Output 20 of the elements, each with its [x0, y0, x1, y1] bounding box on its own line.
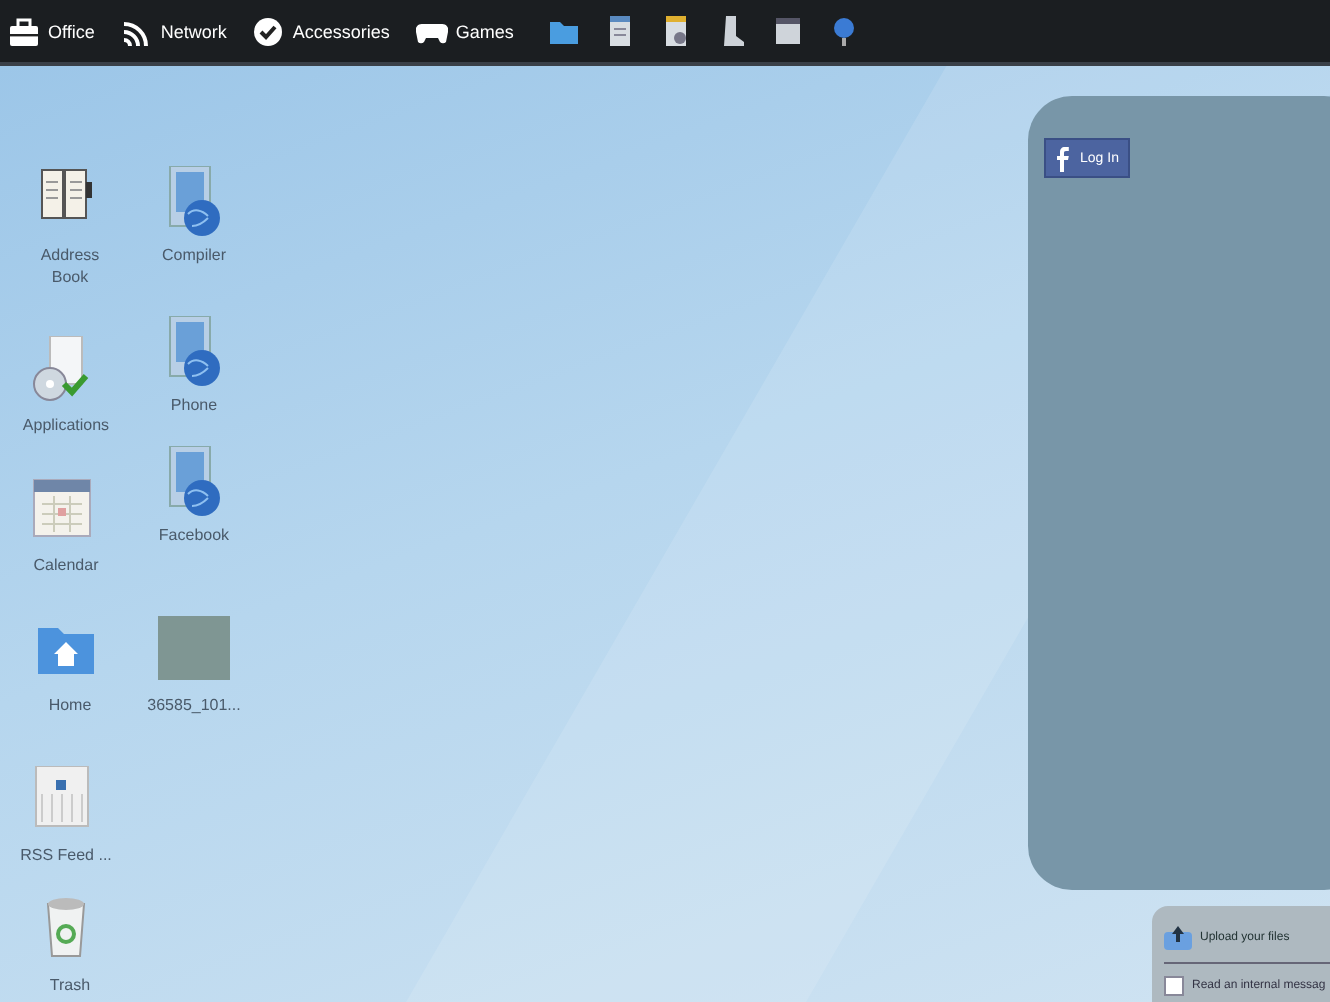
check-icon [252, 15, 285, 47]
upload-icon [1164, 926, 1192, 950]
menu-button[interactable]: Games [415, 15, 528, 47]
icon-label[interactable]: Applications [22, 414, 110, 436]
facebook-icon [1054, 144, 1070, 172]
menu-button[interactable]: Office [8, 15, 109, 47]
icon-label[interactable]: Trash [49, 974, 91, 996]
icon-label[interactable]: Home [48, 694, 92, 716]
icon-label[interactable]: Calendar [33, 554, 99, 576]
briefcase-icon [8, 15, 40, 47]
menu-button[interactable]: Accessories [252, 15, 404, 47]
icon-label[interactable]: Compiler [161, 244, 226, 266]
icon-label[interactable]: Address Book [40, 244, 100, 288]
checkbox[interactable] [1164, 976, 1184, 996]
icon-label[interactable]: Facebook [158, 524, 230, 546]
icon-label[interactable]: Phone [170, 394, 218, 416]
icon-label[interactable]: 36585_101... [147, 694, 241, 716]
window-icon[interactable] [771, 14, 804, 48]
menu-button[interactable]: Network [120, 15, 241, 47]
icon-label[interactable]: RSS Feed ... [20, 844, 112, 866]
